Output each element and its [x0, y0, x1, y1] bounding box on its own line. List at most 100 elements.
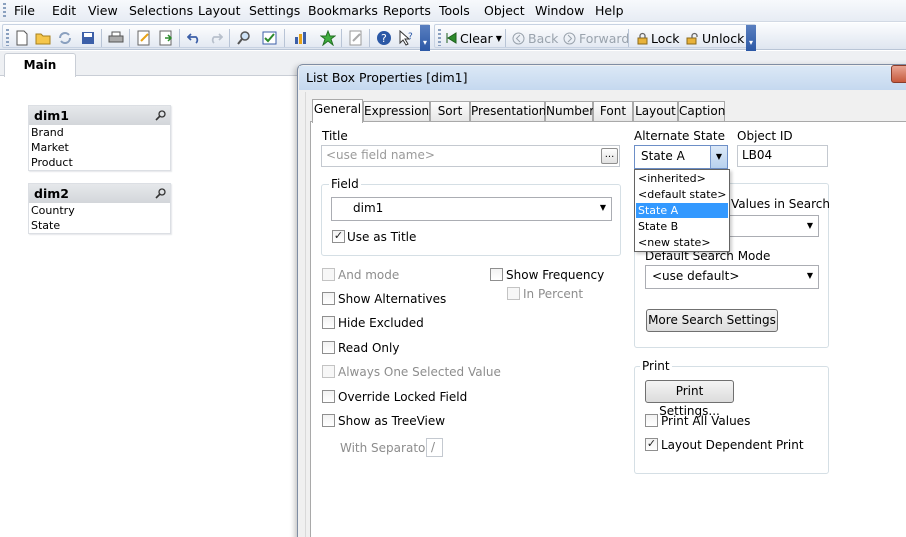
print-all-values-checkbox[interactable] — [645, 414, 658, 427]
save-icon[interactable] — [79, 29, 97, 47]
more-search-settings-button[interactable]: More Search Settings — [646, 309, 778, 332]
unlock-button[interactable]: Unlock — [686, 29, 744, 47]
show-as-treeview-checkbox[interactable] — [322, 414, 335, 427]
new-chart-icon[interactable] — [292, 29, 310, 47]
svg-text:?: ? — [381, 32, 387, 45]
in-percent-label: In Percent — [523, 287, 584, 301]
search-icon[interactable] — [155, 108, 166, 127]
title-input[interactable]: <use field name> — [321, 145, 620, 167]
close-icon[interactable] — [891, 65, 906, 83]
toolbar-overflow-chevron-icon[interactable]: ▾ — [746, 25, 756, 51]
listbox-dim2[interactable]: dim2 Country State — [28, 183, 171, 234]
listbox-dim1[interactable]: dim1 Brand Market Product — [28, 105, 171, 171]
help-icon[interactable]: ? — [375, 29, 393, 47]
tab-font[interactable]: Font — [593, 101, 633, 121]
tab-expressions[interactable]: Expressions — [363, 101, 435, 121]
hide-excluded-checkbox[interactable] — [322, 316, 335, 329]
search-icon[interactable] — [235, 29, 253, 47]
properties-icon[interactable] — [347, 29, 365, 47]
print-icon[interactable] — [107, 29, 125, 47]
menu-object[interactable]: Object — [484, 3, 525, 18]
dropdown-option-new-state[interactable]: <new state> — [636, 235, 728, 250]
undo-icon[interactable] — [185, 29, 203, 47]
listbox-item[interactable]: Brand — [29, 125, 170, 140]
print-settings-button[interactable]: Print Settings... — [645, 380, 734, 418]
menu-grip[interactable] — [3, 3, 6, 18]
unlock-icon — [686, 32, 698, 44]
menu-bookmarks[interactable]: Bookmarks — [308, 3, 378, 18]
field-group-label: Field — [329, 177, 361, 191]
menu-layout[interactable]: Layout — [198, 3, 241, 18]
new-document-icon[interactable] — [13, 29, 31, 47]
chevron-down-icon: ▼ — [806, 271, 813, 280]
listbox-caption[interactable]: dim1 — [29, 106, 170, 125]
toolbar-grip[interactable] — [6, 29, 9, 46]
and-mode-checkbox[interactable] — [322, 268, 335, 281]
object-id-input[interactable]: LB04 — [737, 145, 828, 167]
hide-excluded-label: Hide Excluded — [338, 316, 424, 330]
clear-button[interactable]: Clear ▼ — [445, 29, 502, 47]
unlock-label: Unlock — [702, 30, 745, 46]
alternate-state-label: Alternate State — [634, 129, 725, 143]
default-search-mode-value: <use default> — [652, 269, 740, 283]
in-percent-checkbox[interactable] — [507, 287, 520, 300]
lock-label: Lock — [651, 30, 680, 46]
default-search-mode-select[interactable]: <use default> ▼ — [645, 265, 819, 289]
sheet-tab-main[interactable]: Main — [4, 53, 76, 77]
menu-help[interactable]: Help — [595, 3, 624, 18]
layout-dependent-print-checkbox[interactable]: ✓ — [645, 438, 658, 451]
tab-presentation[interactable]: Presentation — [470, 101, 546, 121]
show-frequency-checkbox[interactable] — [490, 268, 503, 281]
dropdown-option-inherited[interactable]: <inherited> — [636, 171, 728, 186]
menu-file[interactable]: File — [14, 3, 35, 18]
title-expression-button[interactable]: ... — [601, 148, 618, 164]
tab-layout[interactable]: Layout — [633, 101, 678, 121]
dropdown-option-default-state[interactable]: <default state> — [636, 187, 728, 202]
menu-settings[interactable]: Settings — [249, 3, 300, 18]
separator-input[interactable]: / — [426, 438, 443, 457]
tab-caption[interactable]: Caption — [678, 101, 725, 121]
reload-data-icon[interactable] — [157, 29, 175, 47]
back-button[interactable]: Back — [512, 29, 558, 47]
listbox-item[interactable]: State — [29, 218, 170, 233]
dropdown-option-state-b[interactable]: State B — [636, 219, 728, 234]
listbox-caption[interactable]: dim2 — [29, 184, 170, 203]
listbox-item[interactable]: Product — [29, 155, 170, 170]
show-alternatives-checkbox[interactable] — [322, 292, 335, 305]
read-only-checkbox[interactable] — [322, 341, 335, 354]
toolbar-overflow-chevron-icon[interactable]: ▾ — [420, 25, 430, 51]
menu-edit[interactable]: Edit — [52, 3, 76, 18]
edit-script-icon[interactable] — [135, 29, 153, 47]
dialog-title: List Box Properties [dim1] — [306, 70, 468, 85]
toolbar-grip[interactable] — [438, 29, 441, 46]
chevron-down-icon[interactable]: ▼ — [710, 146, 727, 168]
and-mode-label: And mode — [338, 268, 400, 282]
use-as-title-checkbox[interactable]: ✓ — [332, 230, 345, 243]
menu-view[interactable]: View — [88, 3, 118, 18]
reload-icon[interactable] — [56, 29, 74, 47]
field-select[interactable]: dim1 ▼ — [331, 197, 612, 221]
always-one-selected-checkbox[interactable] — [322, 365, 335, 378]
tab-general[interactable]: General — [312, 99, 363, 123]
lock-button[interactable]: Lock — [637, 29, 680, 47]
tab-number[interactable]: Number — [545, 101, 594, 121]
override-locked-field-checkbox[interactable] — [322, 390, 335, 403]
current-selections-icon[interactable] — [261, 29, 279, 47]
dropdown-option-state-a[interactable]: State A — [636, 203, 728, 218]
menu-tools[interactable]: Tools — [439, 3, 470, 18]
open-folder-icon[interactable] — [34, 29, 52, 47]
redo-icon[interactable] — [207, 29, 225, 47]
use-as-title-label: Use as Title — [347, 230, 417, 244]
menu-selections[interactable]: Selections — [129, 3, 193, 18]
star-icon[interactable] — [319, 29, 337, 47]
search-icon[interactable] — [155, 186, 166, 205]
context-help-icon[interactable]: ? — [397, 29, 415, 47]
clear-dropdown-arrow-icon[interactable]: ▼ — [496, 34, 502, 43]
listbox-item[interactable]: Country — [29, 203, 170, 218]
listbox-item[interactable]: Market — [29, 140, 170, 155]
forward-button[interactable]: Forward — [563, 29, 629, 47]
menu-reports[interactable]: Reports — [383, 3, 431, 18]
menu-window[interactable]: Window — [535, 3, 584, 18]
toolbar-separator — [341, 29, 342, 47]
tab-sort[interactable]: Sort — [430, 101, 470, 121]
